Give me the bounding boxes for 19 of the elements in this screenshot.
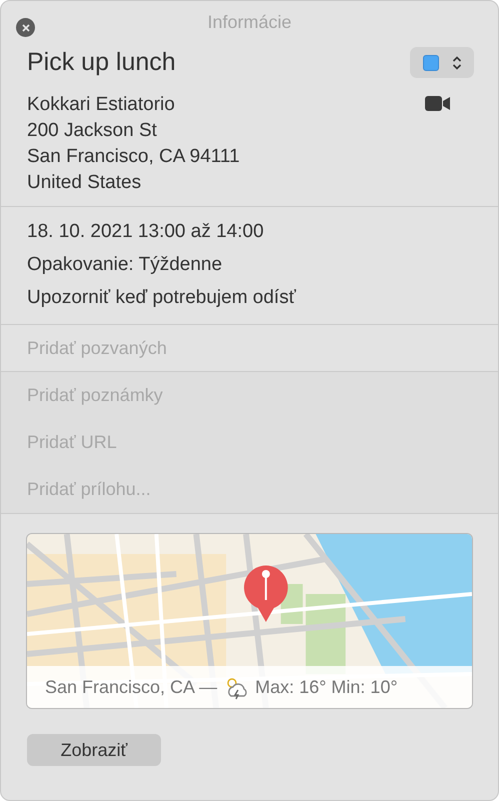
show-button[interactable]: Zobraziť <box>27 734 161 766</box>
location-line: United States <box>27 171 142 195</box>
close-button[interactable] <box>16 18 35 37</box>
location-line: 200 Jackson St <box>27 119 158 143</box>
invitees-field[interactable]: Pridať pozvaných <box>27 325 472 371</box>
location-line: San Francisco, CA 94111 <box>27 145 240 169</box>
event-detail[interactable]: 18. 10. 2021 13:00 až 14:00 <box>27 215 472 248</box>
event-title[interactable]: Pick up lunch <box>27 48 176 77</box>
chevron-updown-icon <box>452 54 462 70</box>
weather-place: San Francisco, CA — <box>45 676 218 698</box>
map[interactable]: San Francisco, CA — Max: 16° Min: 10° <box>26 533 473 709</box>
weather-temps: Max: 16° Min: 10° <box>255 676 398 698</box>
event-detail[interactable]: Upozorniť keď potrebujem odísť <box>27 281 472 314</box>
calendar-popup[interactable] <box>410 47 474 78</box>
close-icon <box>22 24 30 32</box>
video-camera-icon[interactable] <box>425 96 450 111</box>
window-title: Informácie <box>207 12 292 32</box>
event-detail[interactable]: Opakovanie: Týždenne <box>27 248 472 281</box>
location-line: Kokkari Estiatorio <box>27 93 176 117</box>
